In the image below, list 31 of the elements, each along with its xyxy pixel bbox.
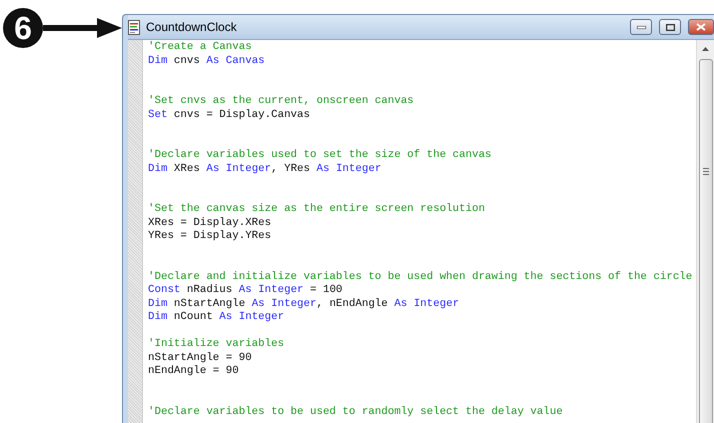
grip-icon <box>702 168 708 175</box>
code-line: Dim cnvs As Canvas <box>148 54 266 68</box>
maximize-icon <box>666 24 674 30</box>
code-line: nStartAngle = 90 <box>148 352 253 365</box>
code-line: YRes = Display.YRes <box>148 230 272 244</box>
code-line: 'Create a Canvas <box>148 41 253 54</box>
code-line: 'Set cnvs as the current, onscreen canvas <box>148 95 415 108</box>
code-line: Const nRadius As Integer = 100 <box>148 284 344 298</box>
close-icon <box>696 23 706 31</box>
window-title: CountdownClock <box>146 20 237 34</box>
minimize-icon <box>636 26 646 28</box>
code-line: 'Declare variables to be used to randomly select the delay value <box>148 406 564 419</box>
code-line: 'Declare variables used to set the size of the canvas <box>148 149 492 162</box>
code-line: 'Declare and initialize variables to be used when drawing the sections of the circle <box>148 270 694 284</box>
code-line: Set cnvs = Display.Canvas <box>148 108 311 122</box>
scroll-thumb[interactable] <box>698 59 712 423</box>
code-line: 'Set the canvas size as the entire screen resolution <box>148 203 486 216</box>
maximize-button[interactable] <box>659 19 681 35</box>
minimize-button[interactable] <box>630 19 652 35</box>
code-line: Dim XRes As Integer, YRes As Integer <box>148 162 382 176</box>
document-icon <box>128 20 140 34</box>
callout-number: 6 <box>3 8 43 48</box>
code-line: Dim nCount As Integer <box>148 311 286 324</box>
vertical-scrollbar[interactable] <box>696 40 714 423</box>
arrow-icon <box>43 18 122 38</box>
up-arrow-icon <box>702 46 709 50</box>
code-line: XRes = Display.XRes <box>148 216 272 230</box>
code-line: 'Initialize variables <box>148 338 286 352</box>
code-line: Dim nStartAngle As Integer, nEndAngle As Integer <box>148 298 460 311</box>
code-line: nEndAngle = 90 <box>148 365 240 378</box>
close-button[interactable] <box>688 19 714 35</box>
